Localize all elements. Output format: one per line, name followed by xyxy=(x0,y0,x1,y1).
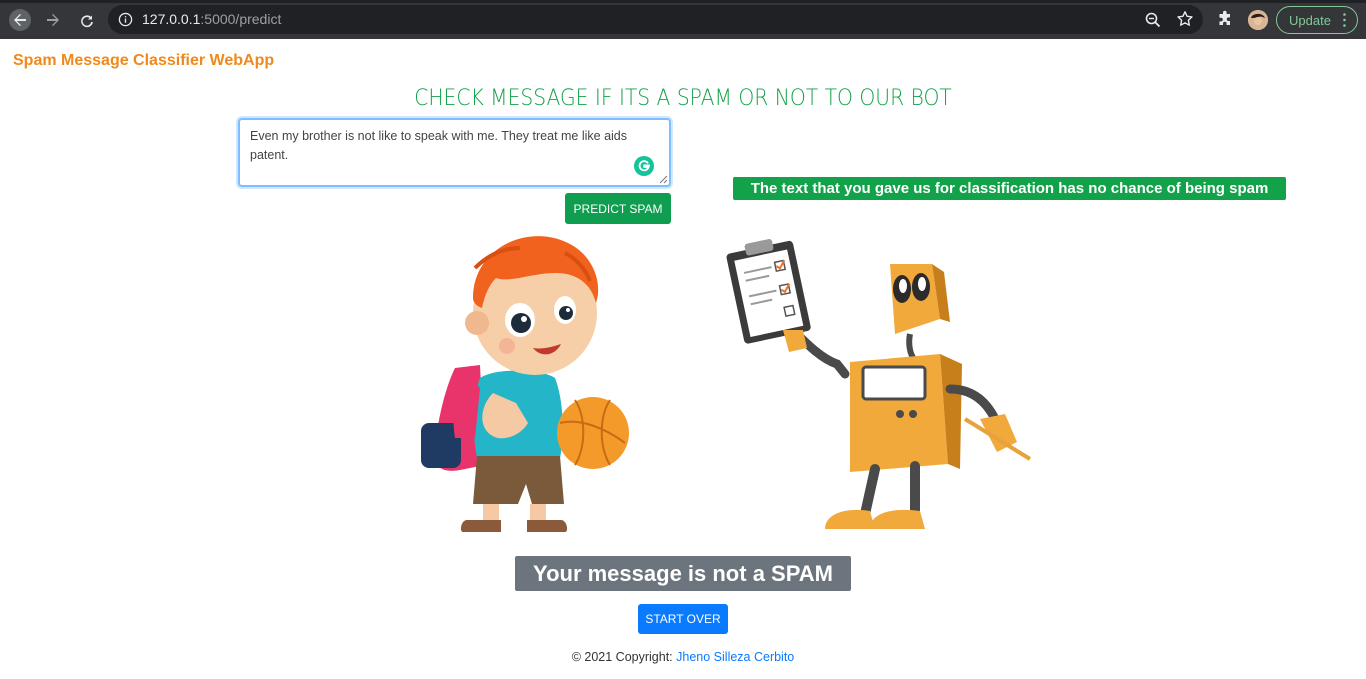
reload-button[interactable] xyxy=(76,9,98,31)
message-input[interactable] xyxy=(238,118,671,187)
resize-grip-icon[interactable] xyxy=(659,175,668,184)
kebab-menu-icon xyxy=(1343,13,1346,27)
verdict-badge: Your message is not a SPAM xyxy=(515,556,851,591)
star-icon[interactable] xyxy=(1176,10,1194,28)
tab-strip-edge xyxy=(0,0,1366,3)
back-button[interactable] xyxy=(9,9,31,31)
grammarly-icon xyxy=(638,160,650,172)
extensions-icon[interactable] xyxy=(1215,10,1235,30)
avatar-icon xyxy=(1248,10,1268,30)
navbar-brand[interactable]: Spam Message Classifier WebApp xyxy=(13,52,274,70)
update-label: Update xyxy=(1289,12,1331,28)
start-over-button[interactable]: START OVER xyxy=(638,604,728,634)
url-host: 127.0.0.1 xyxy=(142,11,201,27)
forward-button[interactable] xyxy=(42,9,64,31)
classification-result-badge: The text that you gave us for classifica… xyxy=(733,177,1286,200)
footer: © 2021 Copyright: Jheno Silleza Cerbito xyxy=(0,650,1366,664)
back-icon xyxy=(14,14,26,26)
update-button[interactable]: Update xyxy=(1276,6,1358,34)
profile-avatar[interactable] xyxy=(1248,10,1268,30)
address-bar[interactable]: 127.0.0.1:5000/predict xyxy=(108,5,1203,34)
author-link[interactable]: Jheno Silleza Cerbito xyxy=(676,650,794,664)
boy-illustration xyxy=(421,236,629,532)
page-title: CHECK MESSAGE IF ITS A SPAM OR NOT TO OU… xyxy=(414,86,952,111)
predict-spam-button[interactable]: PREDICT SPAM xyxy=(565,193,671,224)
footer-copyright: © 2021 Copyright: xyxy=(571,650,677,664)
grammarly-button[interactable] xyxy=(634,156,654,176)
url-text[interactable]: 127.0.0.1:5000/predict xyxy=(142,11,281,27)
zoom-icon[interactable] xyxy=(1144,11,1162,29)
browser-toolbar: 127.0.0.1:5000/predict Update xyxy=(0,0,1366,39)
forward-icon xyxy=(47,14,59,26)
robot-illustration xyxy=(726,239,1032,529)
url-path: :5000/predict xyxy=(200,11,282,27)
reload-icon xyxy=(81,15,93,28)
info-icon[interactable] xyxy=(118,12,133,27)
